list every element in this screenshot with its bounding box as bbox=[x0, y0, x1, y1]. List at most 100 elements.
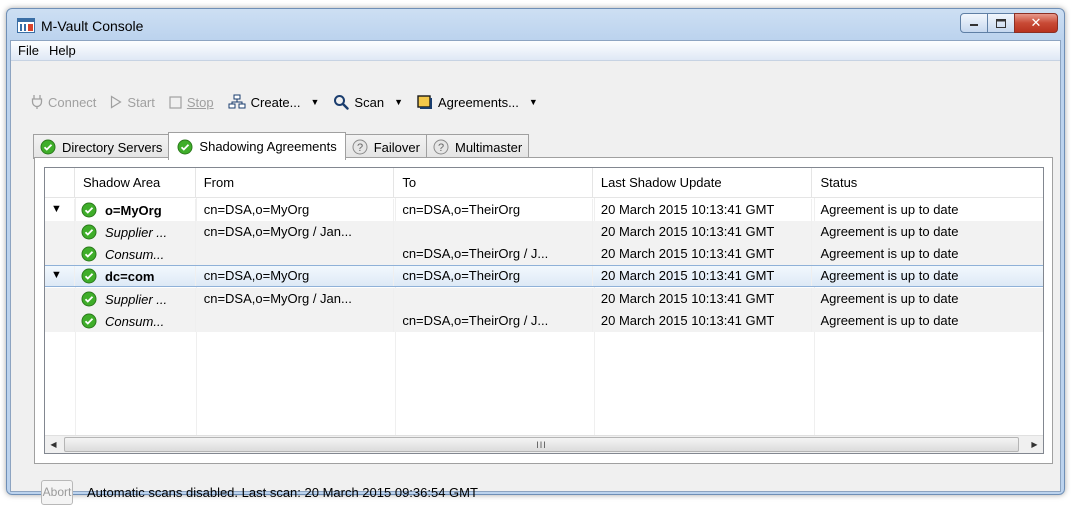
check-icon bbox=[81, 202, 97, 218]
table-row[interactable]: Consum... cn=DSA,o=TheirOrg / J... 20 Ma… bbox=[45, 243, 1043, 265]
scroll-thumb[interactable]: III bbox=[64, 437, 1019, 452]
stop-label: Stop bbox=[186, 94, 214, 110]
menu-file[interactable]: File bbox=[13, 43, 44, 58]
update-cell: 20 March 2015 10:13:41 GMT bbox=[593, 243, 813, 265]
check-icon bbox=[81, 246, 97, 262]
check-icon bbox=[81, 291, 97, 307]
search-icon bbox=[333, 94, 350, 110]
from-cell: cn=DSA,o=MyOrg bbox=[196, 266, 395, 286]
agreements-label: Agreements... bbox=[437, 94, 519, 110]
header-expand bbox=[45, 168, 75, 198]
tab-shadowing-agreements[interactable]: Shadowing Agreements bbox=[168, 132, 346, 160]
help-icon: ? bbox=[433, 139, 449, 155]
chevron-down-icon[interactable]: ▼ bbox=[529, 97, 538, 107]
check-icon bbox=[81, 224, 97, 240]
table-row-selected[interactable]: ▼ dc=com cn=DSA,o=MyOrg cn=DSA,o=TheirOr… bbox=[45, 265, 1043, 287]
header-to[interactable]: To bbox=[394, 168, 593, 198]
tab-directory-servers[interactable]: Directory Servers bbox=[33, 134, 170, 159]
update-cell: 20 March 2015 10:13:41 GMT bbox=[593, 288, 813, 310]
agreement-icon bbox=[417, 94, 433, 110]
scan-button[interactable]: Scan ▼ bbox=[333, 94, 403, 110]
update-cell: 20 March 2015 10:13:41 GMT bbox=[593, 199, 813, 221]
status-bar: Abort Automatic scans disabled. Last sca… bbox=[11, 477, 1060, 507]
create-button[interactable]: Create... ▼ bbox=[228, 94, 320, 110]
expand-toggle bbox=[45, 221, 75, 243]
stop-icon bbox=[169, 95, 182, 109]
table-header: Shadow Area From To Last Shadow Update S… bbox=[45, 168, 1043, 198]
table-row[interactable]: ▼ o=MyOrg cn=DSA,o=MyOrg cn=DSA,o=TheirO… bbox=[45, 199, 1043, 221]
maximize-icon bbox=[996, 18, 1006, 28]
from-cell: cn=DSA,o=MyOrg / Jan... bbox=[196, 288, 395, 310]
to-cell: cn=DSA,o=TheirOrg / J... bbox=[394, 310, 593, 332]
scroll-left-icon[interactable]: ◀ bbox=[45, 436, 62, 453]
from-cell bbox=[196, 243, 395, 265]
minimize-button[interactable] bbox=[960, 13, 988, 33]
update-cell: 20 March 2015 10:13:41 GMT bbox=[593, 266, 813, 286]
shadow-area: Consum... bbox=[104, 313, 165, 329]
expand-toggle bbox=[45, 310, 75, 332]
start-label: Start bbox=[127, 94, 155, 110]
client-area: File Help Connect Start Stop Create... ▼… bbox=[10, 40, 1061, 505]
scroll-track[interactable]: III bbox=[62, 436, 1026, 453]
svg-text:?: ? bbox=[438, 142, 444, 154]
caption-buttons: ✕ bbox=[960, 13, 1058, 33]
tab-label: Directory Servers bbox=[62, 139, 163, 155]
to-cell bbox=[394, 288, 593, 310]
expand-toggle[interactable]: ▼ bbox=[45, 266, 75, 286]
shadow-area: Supplier ... bbox=[104, 224, 168, 240]
connect-button[interactable]: Connect bbox=[31, 94, 96, 110]
minimize-icon bbox=[970, 24, 978, 26]
chevron-down-icon[interactable]: ▼ bbox=[311, 97, 320, 107]
expand-toggle bbox=[45, 288, 75, 310]
status-cell: Agreement is up to date bbox=[820, 224, 959, 239]
stop-button[interactable]: Stop bbox=[169, 95, 214, 110]
scroll-right-icon[interactable]: ▶ bbox=[1026, 436, 1043, 453]
header-status[interactable]: Status bbox=[812, 168, 1043, 198]
shadow-area: Supplier ... bbox=[104, 291, 168, 307]
app-icon bbox=[17, 18, 35, 33]
shadow-area: o=MyOrg bbox=[104, 202, 162, 218]
chevron-down-icon[interactable]: ▼ bbox=[394, 97, 403, 107]
grip-icon: III bbox=[536, 439, 547, 450]
close-button[interactable]: ✕ bbox=[1014, 13, 1058, 33]
agreements-table: Shadow Area From To Last Shadow Update S… bbox=[44, 167, 1044, 454]
from-cell: cn=DSA,o=MyOrg / Jan... bbox=[196, 221, 395, 243]
horizontal-scrollbar[interactable]: ◀ III ▶ bbox=[45, 435, 1043, 453]
shadow-area: Consum... bbox=[104, 246, 165, 262]
status-cell: Agreement is up to date bbox=[820, 291, 959, 306]
status-cell: Agreement is up to date bbox=[820, 246, 959, 261]
table-row[interactable]: Consum... cn=DSA,o=TheirOrg / J... 20 Ma… bbox=[45, 310, 1043, 332]
tab-label: Failover bbox=[373, 139, 420, 155]
header-last-update[interactable]: Last Shadow Update bbox=[593, 168, 813, 198]
toolbar: Connect Start Stop Create... ▼ Scan ▼ Ag… bbox=[11, 87, 1060, 117]
help-icon: ? bbox=[352, 139, 368, 155]
app-window: M-Vault Console ✕ File Help Connect Star… bbox=[6, 8, 1065, 505]
menu-bar: File Help bbox=[11, 41, 1060, 61]
expand-toggle bbox=[45, 243, 75, 265]
menu-help[interactable]: Help bbox=[44, 43, 81, 58]
abort-button[interactable]: Abort bbox=[41, 479, 73, 505]
tab-multimaster[interactable]: ? Multimaster bbox=[425, 134, 530, 159]
status-cell: Agreement is up to date bbox=[820, 268, 959, 283]
header-from[interactable]: From bbox=[196, 168, 395, 198]
maximize-button[interactable] bbox=[987, 13, 1015, 33]
tab-failover[interactable]: ? Failover bbox=[344, 134, 427, 159]
table-row[interactable]: Supplier ... cn=DSA,o=MyOrg / Jan... 20 … bbox=[45, 288, 1043, 310]
shadow-area: dc=com bbox=[104, 268, 155, 284]
header-shadow-area[interactable]: Shadow Area bbox=[75, 168, 196, 198]
table-row[interactable]: Supplier ... cn=DSA,o=MyOrg / Jan... 20 … bbox=[45, 221, 1043, 243]
start-button[interactable]: Start bbox=[110, 94, 155, 110]
create-icon bbox=[228, 94, 246, 110]
agreements-button[interactable]: Agreements... ▼ bbox=[417, 95, 538, 110]
connect-label: Connect bbox=[48, 94, 97, 110]
expand-toggle[interactable]: ▼ bbox=[45, 199, 75, 221]
to-cell: cn=DSA,o=TheirOrg bbox=[394, 266, 593, 286]
create-label: Create... bbox=[250, 94, 301, 110]
title-bar[interactable]: M-Vault Console ✕ bbox=[7, 9, 1064, 39]
window-title: M-Vault Console bbox=[41, 18, 144, 34]
from-cell: cn=DSA,o=MyOrg bbox=[196, 199, 395, 221]
tab-panel: Shadow Area From To Last Shadow Update S… bbox=[34, 157, 1053, 464]
plug-icon bbox=[31, 94, 43, 110]
check-icon bbox=[177, 139, 193, 155]
status-cell: Agreement is up to date bbox=[820, 202, 959, 217]
